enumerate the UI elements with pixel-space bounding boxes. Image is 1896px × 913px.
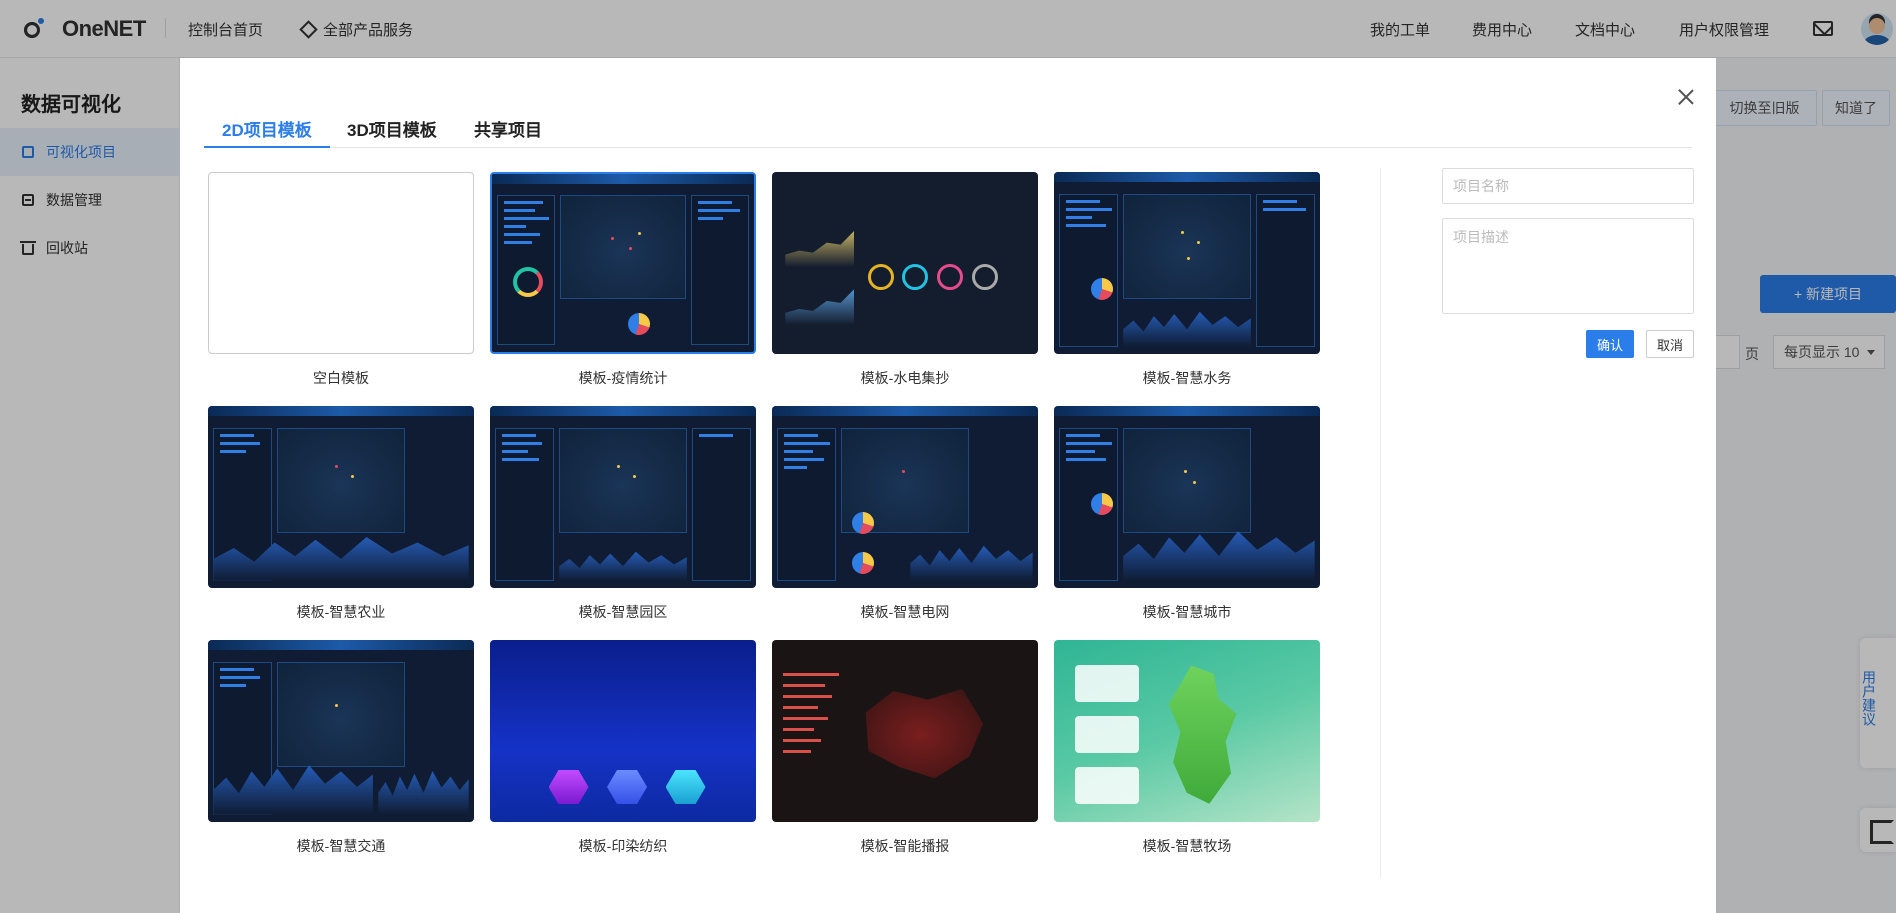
template-caption: 模板-智慧牧场 bbox=[1142, 838, 1232, 854]
template-caption: 模板-印染纺织 bbox=[578, 838, 668, 854]
template-caption: 模板-智慧农业 bbox=[296, 604, 386, 620]
cancel-button[interactable]: 取消 bbox=[1646, 330, 1694, 358]
template-thumbnail[interactable] bbox=[208, 640, 474, 822]
project-description-input[interactable] bbox=[1442, 218, 1694, 314]
template-card-smart-traffic[interactable]: 模板-智慧交通 bbox=[208, 640, 474, 856]
template-caption: 模板-智慧园区 bbox=[578, 604, 668, 620]
template-thumbnail[interactable] bbox=[772, 640, 1038, 822]
template-thumbnail[interactable] bbox=[490, 640, 756, 822]
template-caption: 空白模板 bbox=[313, 370, 369, 386]
tab-shared-projects[interactable]: 共享项目 bbox=[456, 116, 560, 148]
template-modal: 2D项目模板 3D项目模板 共享项目 空白模板 模板-疫情统计 模板-水电集抄 bbox=[180, 58, 1716, 913]
template-card-smart-park[interactable]: 模板-智慧园区 bbox=[490, 406, 756, 622]
project-name-input[interactable] bbox=[1442, 168, 1694, 204]
template-caption: 模板-智慧交通 bbox=[296, 838, 386, 854]
template-card-smart-city[interactable]: 模板-智慧城市 bbox=[1054, 406, 1320, 622]
template-caption: 模板-智能播报 bbox=[860, 838, 950, 854]
template-thumbnail[interactable] bbox=[1054, 172, 1320, 354]
template-thumbnail[interactable] bbox=[490, 406, 756, 588]
template-card-smart-ranch[interactable]: 模板-智慧牧场 bbox=[1054, 640, 1320, 856]
template-card-dyeing-textile[interactable]: 模板-印染纺织 bbox=[490, 640, 756, 856]
template-caption: 模板-水电集抄 bbox=[860, 370, 950, 386]
template-tabs: 2D项目模板 3D项目模板 共享项目 bbox=[204, 116, 1692, 148]
template-card-smart-grid[interactable]: 模板-智慧电网 bbox=[772, 406, 1038, 622]
close-icon[interactable] bbox=[1675, 86, 1697, 108]
template-card-blank[interactable]: 空白模板 bbox=[208, 172, 474, 388]
template-caption: 模板-智慧水务 bbox=[1142, 370, 1232, 386]
template-thumbnail[interactable] bbox=[490, 172, 756, 354]
template-thumbnail[interactable] bbox=[208, 406, 474, 588]
template-thumbnail[interactable] bbox=[772, 406, 1038, 588]
tab-3d-templates[interactable]: 3D项目模板 bbox=[329, 116, 455, 148]
confirm-button[interactable]: 确认 bbox=[1586, 330, 1634, 358]
template-thumbnail[interactable] bbox=[208, 172, 474, 354]
template-thumbnail[interactable] bbox=[1054, 406, 1320, 588]
modal-divider bbox=[1380, 168, 1381, 878]
template-card-epidemic[interactable]: 模板-疫情统计 bbox=[490, 172, 756, 388]
template-card-meter[interactable]: 模板-水电集抄 bbox=[772, 172, 1038, 388]
template-card-smart-agriculture[interactable]: 模板-智慧农业 bbox=[208, 406, 474, 622]
template-thumbnail[interactable] bbox=[1054, 640, 1320, 822]
template-caption: 模板-疫情统计 bbox=[578, 370, 668, 386]
template-caption: 模板-智慧城市 bbox=[1142, 604, 1232, 620]
tab-2d-templates[interactable]: 2D项目模板 bbox=[204, 116, 330, 148]
template-caption: 模板-智慧电网 bbox=[860, 604, 950, 620]
template-card-smart-broadcast[interactable]: 模板-智能播报 bbox=[772, 640, 1038, 856]
template-card-smart-water[interactable]: 模板-智慧水务 bbox=[1054, 172, 1320, 388]
template-thumbnail[interactable] bbox=[772, 172, 1038, 354]
